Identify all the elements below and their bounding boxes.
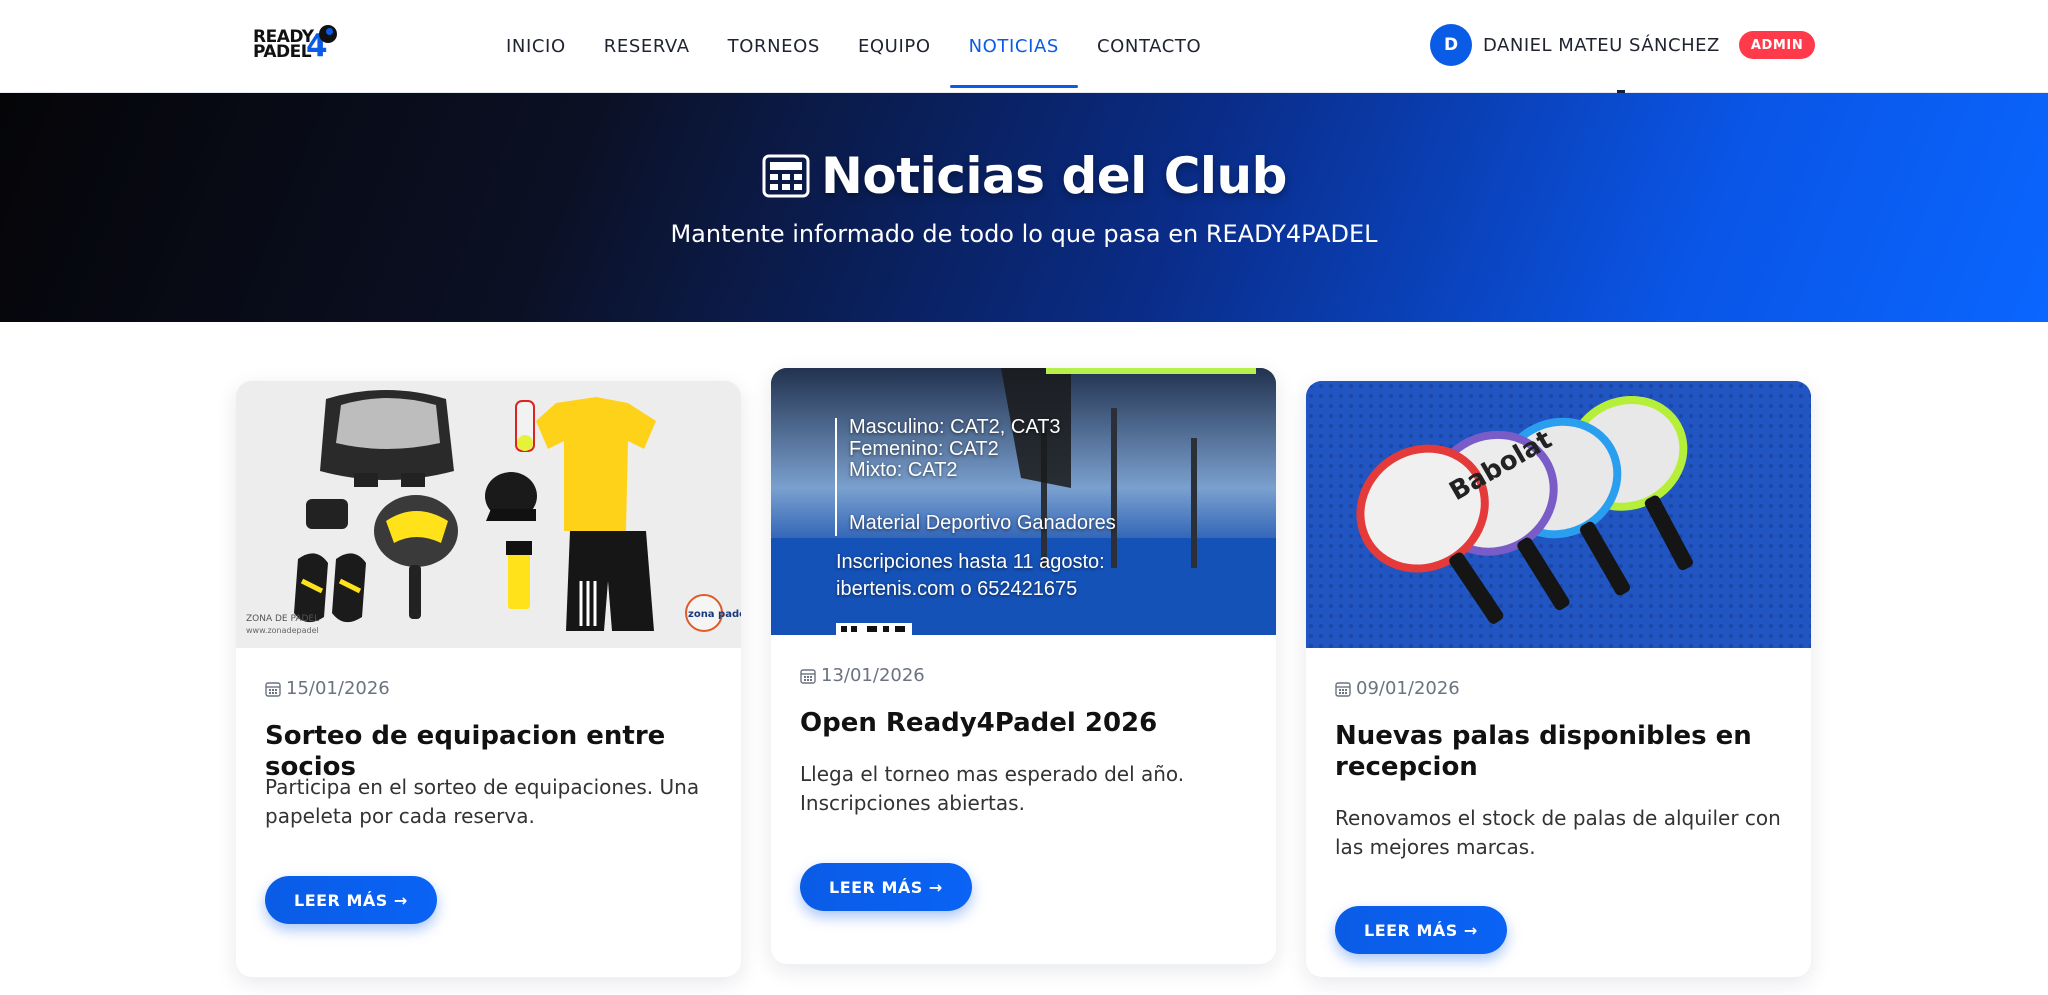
rackets-photo: Babolat bbox=[1306, 381, 1811, 648]
hero-subtitle: Mantente informado de todo lo que pasa e… bbox=[670, 220, 1378, 248]
calendar-icon bbox=[265, 681, 281, 697]
news-date: 09/01/2026 bbox=[1335, 678, 1460, 699]
user-name[interactable]: DANIEL MATEU SÁNCHEZ bbox=[1483, 35, 1720, 56]
nav-item-noticias[interactable]: NOTICIAS bbox=[949, 0, 1079, 93]
news-excerpt: Renovamos el stock de palas de alquiler … bbox=[1335, 806, 1781, 859]
news-image-rackets[interactable]: Babolat bbox=[1306, 381, 1811, 648]
main-nav: INICIO RESERVA TORNEOS EQUIPO NOTICIAS C… bbox=[487, 0, 1220, 93]
news-image-equipment[interactable]: zona padel ZONA DE PADEL www.zonadepadel bbox=[236, 381, 741, 648]
news-date-text: 13/01/2026 bbox=[821, 665, 925, 686]
poster-line-mixto: Mixto: CAT2 bbox=[849, 459, 958, 481]
news-excerpt: Participa en el sorteo de equipaciones. … bbox=[265, 775, 700, 828]
news-image-tournament[interactable]: Masculino: CAT2, CAT3 Femenino: CAT2 Mix… bbox=[771, 368, 1276, 635]
news-card: zona padel ZONA DE PADEL www.zonadepadel… bbox=[236, 381, 741, 977]
nav-item-reserva[interactable]: RESERVA bbox=[585, 0, 709, 93]
calendar-icon bbox=[1335, 681, 1351, 697]
zona-padel-logo-text: zona padel bbox=[688, 609, 741, 620]
admin-badge: ADMIN bbox=[1738, 31, 1816, 59]
news-excerpt: Llega el torneo mas esperado del año. In… bbox=[800, 762, 1185, 815]
read-more-button[interactable]: LEER MÁS → bbox=[265, 876, 437, 924]
avatar[interactable]: D bbox=[1430, 24, 1472, 66]
user-menu[interactable]: D DANIEL MATEU SÁNCHEZ ADMIN bbox=[1430, 24, 1816, 66]
calendar-icon bbox=[800, 668, 816, 684]
news-date: 13/01/2026 bbox=[800, 665, 925, 686]
poster-line-masculino: Masculino: CAT2, CAT3 bbox=[849, 416, 1061, 438]
hero-title-text: Noticias del Club bbox=[821, 147, 1287, 205]
read-more-button[interactable]: LEER MÁS → bbox=[800, 863, 972, 911]
news-card: Masculino: CAT2, CAT3 Femenino: CAT2 Mix… bbox=[771, 368, 1276, 964]
brand-logo[interactable]: READY PADEL 4 bbox=[253, 22, 345, 66]
poster-line-material: Material Deportivo Ganadores bbox=[849, 512, 1116, 534]
poster-line-femenino: Femenino: CAT2 bbox=[849, 438, 999, 460]
read-more-button[interactable]: LEER MÁS → bbox=[1335, 906, 1507, 954]
news-title[interactable]: Open Ready4Padel 2026 bbox=[800, 708, 1247, 739]
hero-banner: Noticias del Club Mantente informado de … bbox=[0, 93, 2048, 322]
equipment-photo: zona padel ZONA DE PADEL www.zonadepadel bbox=[236, 381, 741, 648]
top-navbar: READY PADEL 4 INICIO RESERVA TORNEOS EQU… bbox=[0, 0, 2048, 93]
news-date-text: 09/01/2026 bbox=[1356, 678, 1460, 699]
nav-item-contacto[interactable]: CONTACTO bbox=[1078, 0, 1220, 93]
photo-credit-2: www.zonadepadel bbox=[246, 626, 319, 635]
news-date-text: 15/01/2026 bbox=[286, 678, 390, 699]
nav-item-inicio[interactable]: INICIO bbox=[487, 0, 585, 93]
photo-credit-1: ZONA DE PADEL bbox=[246, 614, 319, 624]
brand-logo-line2: PADEL bbox=[253, 42, 312, 62]
nav-item-torneos[interactable]: TORNEOS bbox=[709, 0, 839, 93]
nav-item-equipo[interactable]: EQUIPO bbox=[839, 0, 950, 93]
page-title: Noticias del Club bbox=[0, 147, 2048, 205]
padel-ball-icon bbox=[319, 25, 337, 43]
news-card: Babolat 09/01/2026 Nuevas palas disponib… bbox=[1306, 381, 1811, 977]
poster-line-contacto: ibertenis.com o 652421675 bbox=[836, 578, 1078, 600]
news-date: 15/01/2026 bbox=[265, 678, 390, 699]
newspaper-icon bbox=[762, 154, 810, 198]
poster-line-inscripciones: Inscripciones hasta 11 agosto: bbox=[836, 551, 1105, 573]
news-title[interactable]: Nuevas palas disponibles en recepcion bbox=[1335, 721, 1782, 783]
